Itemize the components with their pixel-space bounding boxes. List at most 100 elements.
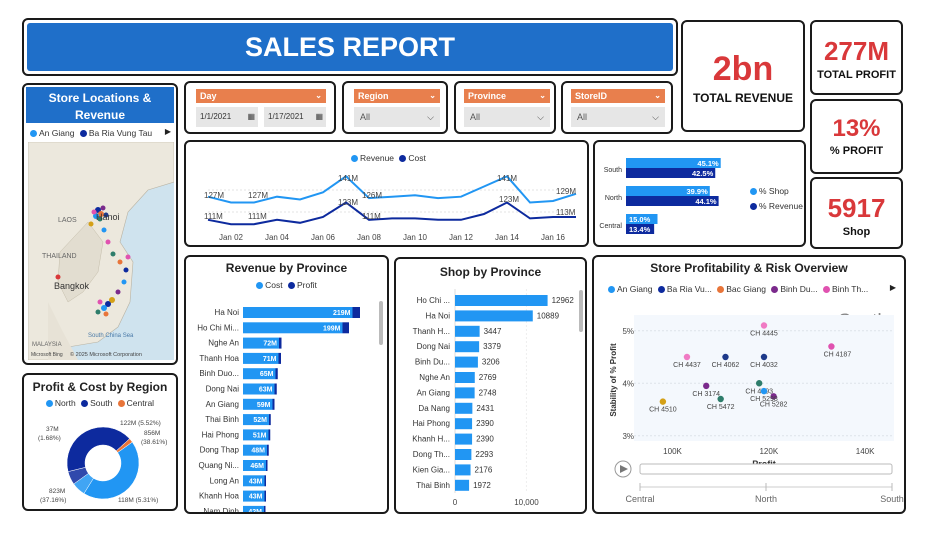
sp-x-tick: 0: [453, 498, 458, 507]
storeid-select[interactable]: All ⌵: [571, 107, 665, 127]
start-date-value: 1/1/2021: [200, 112, 232, 121]
sp-category-label: Kien Gia...: [413, 465, 450, 474]
kpi-profit-card: 277M TOTAL PROFIT: [810, 20, 903, 95]
region-revenue-label: 44.1%: [695, 197, 717, 206]
play-axis-track[interactable]: [639, 463, 893, 475]
region-shop-label: 15.0%: [629, 215, 651, 224]
sp-bar: [455, 310, 533, 322]
rev-label-4: 141M: [497, 174, 517, 183]
day-slicer-header[interactable]: Day ⌄: [196, 89, 326, 103]
chevron-down-icon: ⌄: [654, 91, 661, 100]
kpi-revenue-value: 2bn: [712, 50, 774, 88]
scatter-point-label: CH 5472: [707, 404, 735, 411]
kpi-shop-card: 5917 Shop: [810, 177, 903, 249]
region-slicer-label: Region: [358, 91, 389, 101]
rp-scrollbar[interactable]: [379, 301, 383, 345]
calendar-icon[interactable]: ▦: [247, 107, 255, 127]
donut-chart: 37M (1.68%) 122M (5.52%) 856M (38.61%) 8…: [38, 420, 167, 504]
rp-value-label: 65M: [260, 371, 274, 378]
rp-profit-bar: [274, 383, 277, 395]
cost-label-0: 111M: [204, 212, 223, 221]
scatter-point-label: CH 3174: [692, 391, 720, 398]
donut-label-bl2: (37.16%): [40, 497, 66, 504]
region-select[interactable]: All ⌵: [354, 107, 440, 127]
map-canvas[interactable]: Hanoi LAOS THAILAND Bangkok South China …: [28, 142, 174, 360]
scatter-legend-0: An Giang: [617, 284, 653, 294]
sp-value-label: 2431: [476, 404, 494, 413]
revenue-province-title: Revenue by Province: [225, 261, 348, 275]
kpi-revenue-card: 2bn TOTAL REVENUE: [681, 20, 805, 132]
map-label-hanoi: Hanoi: [96, 212, 120, 222]
storeid-slicer[interactable]: StoreID ⌄ All ⌵: [571, 89, 665, 127]
region-filter-card: Region ⌄ All ⌵: [342, 81, 448, 134]
sp-bar: [455, 341, 480, 353]
sp-value-label: 3206: [482, 358, 500, 367]
scatter-point: [828, 343, 835, 350]
scatter-y-label: Stability of % Profit: [609, 343, 618, 417]
rev-label-0: 127M: [204, 191, 224, 200]
rp-profit-bar: [264, 475, 266, 487]
kpi-shop-value: 5917: [827, 193, 886, 223]
province-slicer-label: Province: [468, 91, 507, 101]
line-x-axis: Jan 02 Jan 04 Jan 06 Jan 08 Jan 10 Jan 12 Jan …: [219, 233, 566, 242]
sp-x-tick: 10,000: [514, 498, 539, 507]
scatter-legend-next-icon[interactable]: ▶: [890, 283, 896, 292]
sp-scrollbar[interactable]: [579, 290, 583, 332]
storeid-slicer-header[interactable]: StoreID ⌄: [571, 89, 665, 103]
sp-value-label: 2390: [476, 419, 494, 428]
calendar-icon[interactable]: ▦: [315, 107, 323, 127]
map-legend-next-icon[interactable]: ▶: [165, 127, 171, 136]
cost-label-1: 111M: [248, 212, 267, 221]
end-date-input[interactable]: 1/17/2021 ▦: [264, 107, 326, 127]
sp-category-label: Ha Noi: [426, 311, 451, 320]
donut-label-tr3: (38.61%): [141, 439, 167, 446]
rp-category-label: Thanh Hoa: [199, 354, 239, 363]
region-shop-label: 45.1%: [697, 159, 719, 168]
province-select[interactable]: All ⌵: [464, 107, 550, 127]
scatter-point-label: CH 4510: [649, 407, 677, 414]
rp-profit-bar: [342, 322, 349, 334]
sp-category-label: Hai Phong: [413, 419, 450, 428]
sp-bar: [455, 418, 473, 430]
region-revenue-label: 13.4%: [629, 225, 651, 234]
line-x-tick: Jan 06: [311, 233, 336, 242]
title-card: SALES REPORT: [22, 18, 678, 76]
region-slicer-header[interactable]: Region ⌄: [354, 89, 440, 103]
map-label-laos: LAOS: [58, 217, 77, 224]
province-value: All: [470, 112, 481, 122]
province-slicer-header[interactable]: Province ⌄: [464, 89, 550, 103]
kpi-profit-value: 277M: [823, 36, 890, 66]
scatter-point-label: CH 4793: [745, 388, 773, 395]
rp-category-label: Thai Binh: [205, 415, 239, 424]
donut-slices: [66, 426, 140, 500]
sp-value-label: 10889: [537, 311, 560, 320]
scatter-x-tick: 100K: [663, 447, 682, 456]
rev-label-2: 141M: [338, 174, 358, 183]
chevron-down-icon: ⌄: [539, 91, 546, 100]
scatter-legend-2: Bac Giang: [726, 284, 766, 294]
sp-bar: [455, 402, 473, 414]
scatter-legend-4: Binh Th...: [832, 284, 869, 294]
rp-value-label: 219M: [333, 310, 351, 317]
rp-value-label: 51M: [253, 432, 267, 439]
rp-profit-bar: [275, 368, 278, 380]
rp-profit-bar: [279, 337, 282, 349]
donut-label-br1: 118M (5.31%): [118, 497, 158, 504]
sp-bar: [455, 387, 475, 399]
sp-value-label: 1972: [473, 481, 491, 490]
sp-value-label: 3379: [483, 342, 501, 351]
day-slicer[interactable]: Day ⌄ 1/1/2021 ▦ 1/17/2021 ▦: [196, 89, 326, 127]
map-label-thailand: THAILAND: [42, 253, 77, 260]
revenue-province-card: Revenue by Province Cost Profit Ha Noi 21…: [184, 255, 389, 514]
province-slicer[interactable]: Province ⌄ All ⌵: [464, 89, 550, 127]
sp-category-label: Ho Chi ...: [417, 296, 450, 305]
play-axis-label: South: [880, 494, 904, 504]
start-date-input[interactable]: 1/1/2021 ▦: [196, 107, 258, 127]
sp-bar: [455, 295, 548, 306]
line-chart: 127M 127M 141M 126M 141M 123M 129M 111M …: [204, 174, 576, 242]
region-slicer[interactable]: Region ⌄ All ⌵: [354, 89, 440, 127]
scatter-card: Store Profitability & Risk Overview An G…: [592, 255, 906, 514]
line-x-tick: Jan 10: [403, 233, 428, 242]
rp-profit-bar: [264, 490, 266, 502]
kpi-revenue-label: TOTAL REVENUE: [692, 91, 793, 105]
